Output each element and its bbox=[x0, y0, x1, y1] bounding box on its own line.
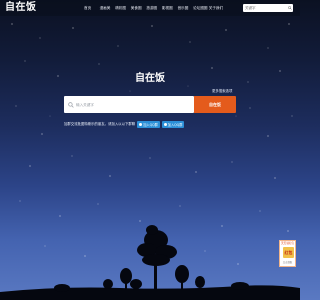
join-qq-label: 加入QQ群 bbox=[143, 123, 158, 127]
qq-icon bbox=[139, 123, 143, 126]
top-search-wrap bbox=[243, 4, 293, 12]
join-qq-button-2[interactable]: 加入QQ群 bbox=[161, 121, 185, 128]
search-icon[interactable] bbox=[287, 5, 292, 10]
join-qq-label: 加入QQ群 bbox=[167, 123, 183, 127]
main-search-input[interactable] bbox=[76, 96, 190, 113]
nav-item-home[interactable]: 首页 bbox=[84, 4, 100, 12]
qq-icon bbox=[163, 123, 167, 126]
tree-silhouette bbox=[0, 225, 300, 300]
join-group-text: 加群交流批图特斯乐的朋友。请加入以以下群聊 bbox=[64, 122, 136, 126]
search-button[interactable]: 自在饭 bbox=[194, 96, 236, 113]
nav-item-forum[interactable]: 论坛圈圈 bbox=[193, 4, 209, 12]
top-search-input[interactable] bbox=[243, 4, 293, 12]
widget-badge-text: 红包 bbox=[284, 249, 293, 255]
red-envelope-icon: 红包 bbox=[283, 247, 294, 258]
main-nav: 首页 漫画美 精彩图 美食圈 旅游圈 影视圈 音乐圈 论坛圈圈 关于我们 bbox=[84, 4, 224, 12]
join-qq-button-1[interactable]: 加入QQ群 bbox=[137, 121, 160, 128]
brand-title: 自在饭 bbox=[135, 73, 165, 84]
nav-item-travel[interactable]: 旅游圈 bbox=[146, 4, 162, 12]
widget-footer: 点击领取 bbox=[282, 261, 293, 264]
top-navbar: 自在饭 首页 漫画美 精彩图 美食圈 旅游圈 影视圈 音乐圈 论坛圈圈 关于我们 bbox=[0, 0, 300, 16]
nav-item-food[interactable]: 美食圈 bbox=[131, 4, 147, 12]
nav-item-comics[interactable]: 漫画美 bbox=[100, 4, 116, 12]
join-group-row: 加群交流批图特斯乐的朋友。请加入以以下群聊 加入QQ群 加入QQ群 bbox=[64, 120, 185, 129]
nav-item-about[interactable]: 关于我们 bbox=[209, 4, 225, 12]
main-search-box bbox=[64, 96, 194, 113]
nav-item-music[interactable]: 音乐圈 bbox=[178, 4, 194, 12]
site-logo[interactable]: 自在饭 bbox=[5, 2, 37, 14]
red-envelope-widget[interactable]: 天天领红包 红包 点击领取 bbox=[279, 240, 296, 267]
search-icon bbox=[68, 101, 74, 108]
more-search-options-link[interactable]: 更多搜索选项 bbox=[212, 89, 232, 94]
nav-item-movies[interactable]: 影视圈 bbox=[162, 4, 178, 12]
widget-title: 天天领红包 bbox=[281, 242, 294, 245]
nav-item-pictures[interactable]: 精彩图 bbox=[115, 4, 131, 12]
